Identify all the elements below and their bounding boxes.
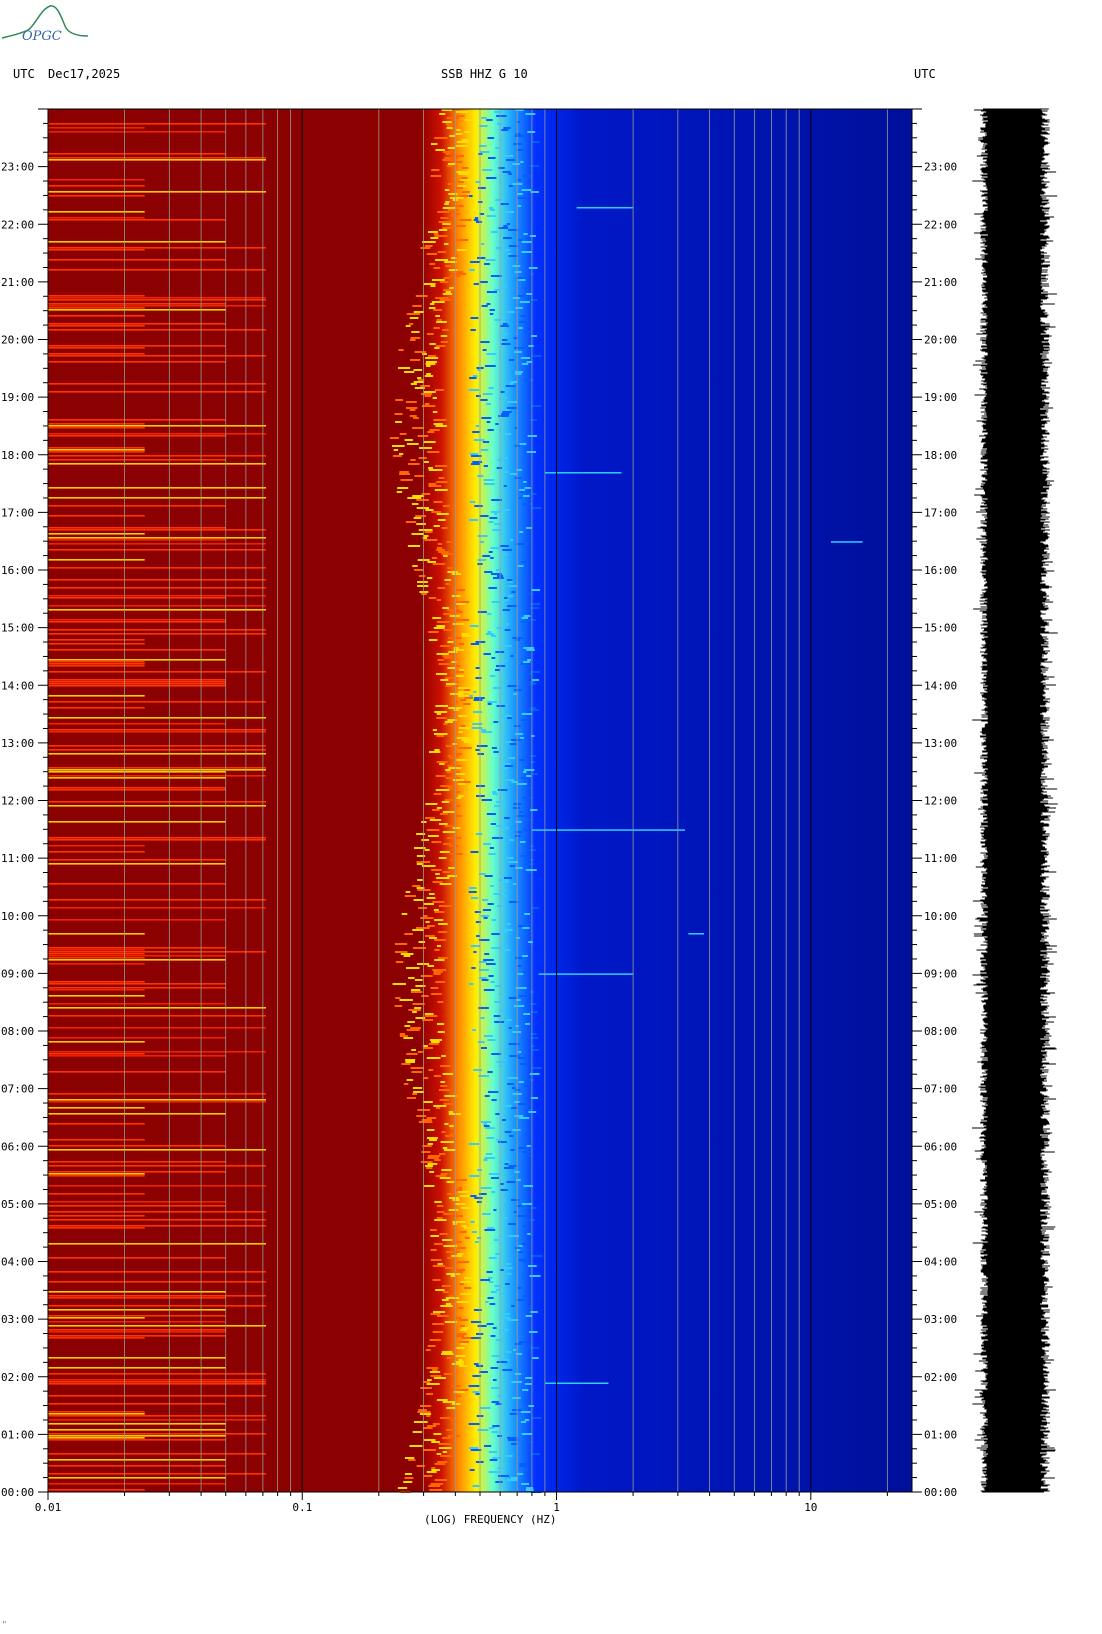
seismogram-path [972, 108, 1058, 1493]
seismogram-trace [972, 108, 1058, 1493]
footer-mark: " [2, 1620, 7, 1629]
